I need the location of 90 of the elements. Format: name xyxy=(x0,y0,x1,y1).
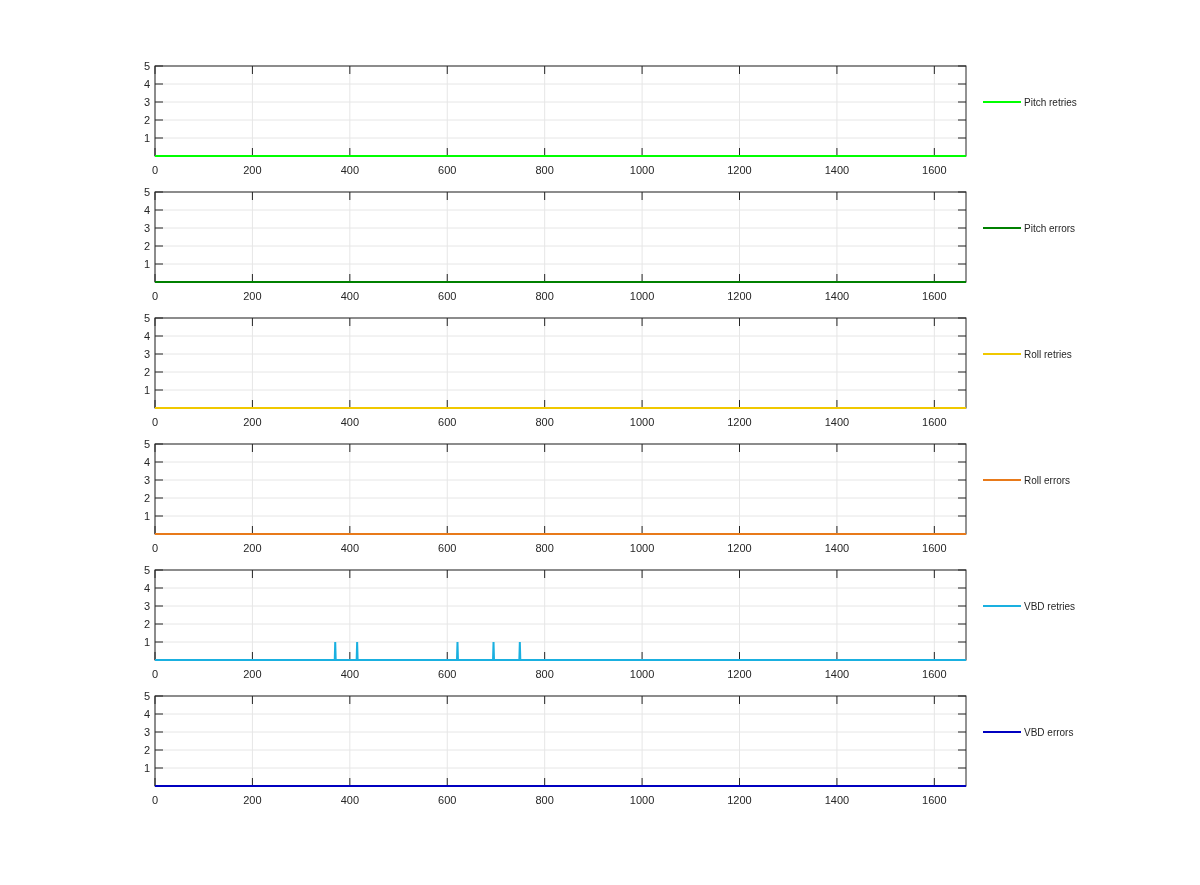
tick-label: 1000 xyxy=(629,164,655,176)
tick-label: 800 xyxy=(535,668,554,680)
legend-label: Pitch errors xyxy=(1024,223,1076,234)
tick-label: 2 xyxy=(143,618,150,630)
tick-label: 1 xyxy=(143,384,150,396)
tick-label: 1400 xyxy=(824,416,850,428)
tick-label: 200 xyxy=(243,290,262,302)
legend-label: VBD retries xyxy=(1024,601,1076,612)
tick-label: 1200 xyxy=(727,542,752,554)
tick-label: 600 xyxy=(438,290,457,302)
tick-label: 2 xyxy=(143,744,150,756)
tick-label: 1000 xyxy=(629,794,655,806)
tick-label: 4 xyxy=(143,204,150,216)
tick-label: 1600 xyxy=(922,794,947,806)
tick-label: 3 xyxy=(143,474,150,486)
tick-label: 1 xyxy=(143,510,150,522)
tick-label: 0 xyxy=(151,416,159,428)
tick-label: 1600 xyxy=(922,668,947,680)
tick-label: 1400 xyxy=(824,668,850,680)
tick-label: 1000 xyxy=(629,416,655,428)
tick-label: 400 xyxy=(340,542,359,554)
tick-label: 4 xyxy=(143,78,150,90)
tick-label: 400 xyxy=(340,290,359,302)
tick-label: 3 xyxy=(143,348,150,360)
tick-label: 4 xyxy=(143,456,150,468)
tick-label: 1000 xyxy=(629,668,655,680)
tick-label: 800 xyxy=(535,542,554,554)
tick-label: 1600 xyxy=(922,290,947,302)
tick-label: 4 xyxy=(143,582,150,594)
tick-label: 2 xyxy=(143,240,150,252)
tick-label: 200 xyxy=(243,416,262,428)
tick-label: 0 xyxy=(151,668,159,680)
tick-label: 800 xyxy=(535,164,554,176)
tick-label: 1200 xyxy=(727,668,752,680)
tick-label: 1200 xyxy=(727,290,752,302)
tick-label: 5 xyxy=(143,438,150,450)
tick-label: 1600 xyxy=(922,164,947,176)
tick-label: 400 xyxy=(340,164,359,176)
tick-label: 1400 xyxy=(824,542,850,554)
tick-label: 1200 xyxy=(727,416,752,428)
tick-label: 800 xyxy=(535,416,554,428)
tick-label: 600 xyxy=(438,794,457,806)
tick-label: 5 xyxy=(143,564,150,576)
tick-label: 4 xyxy=(143,330,150,342)
tick-label: 1400 xyxy=(824,290,850,302)
tick-label: 1200 xyxy=(727,794,752,806)
tick-label: 1600 xyxy=(922,542,947,554)
tick-label: 1400 xyxy=(824,164,850,176)
tick-label: 400 xyxy=(340,668,359,680)
tick-label: 1 xyxy=(143,636,150,648)
tick-label: 0 xyxy=(151,794,159,806)
tick-label: 3 xyxy=(143,96,150,108)
tick-label: 600 xyxy=(438,164,457,176)
tick-label: 200 xyxy=(243,794,262,806)
tick-label: 1200 xyxy=(727,164,752,176)
tick-label: 3 xyxy=(143,222,150,234)
tick-label: 0 xyxy=(151,542,159,554)
tick-label: 3 xyxy=(143,726,150,738)
tick-label: 400 xyxy=(340,416,359,428)
tick-label: 200 xyxy=(243,164,262,176)
tick-label: 600 xyxy=(438,668,457,680)
tick-label: 600 xyxy=(438,542,457,554)
tick-label: 2 xyxy=(143,366,150,378)
tick-label: 600 xyxy=(438,416,457,428)
tick-label: 0 xyxy=(151,164,159,176)
tick-label: 5 xyxy=(143,60,150,72)
tick-label: 800 xyxy=(535,794,554,806)
tick-label: 800 xyxy=(535,290,554,302)
tick-label: 1400 xyxy=(824,794,850,806)
tick-label: 1000 xyxy=(629,542,655,554)
legend-label: Roll errors xyxy=(1024,475,1071,486)
tick-label: 4 xyxy=(143,708,150,720)
tick-label: 1000 xyxy=(629,290,655,302)
legend-label: Roll retries xyxy=(1024,349,1072,360)
tick-label: 1600 xyxy=(922,416,947,428)
tick-label: 400 xyxy=(340,794,359,806)
legend-label: Pitch retries xyxy=(1024,97,1077,108)
legend-label: VBD errors xyxy=(1024,727,1074,738)
tick-label: 1 xyxy=(143,258,150,270)
tick-label: 5 xyxy=(143,186,150,198)
tick-label: 3 xyxy=(143,600,150,612)
tick-label: 0 xyxy=(151,290,159,302)
tick-label: 2 xyxy=(143,492,150,504)
tick-label: 2 xyxy=(143,114,150,126)
tick-label: 5 xyxy=(143,312,150,324)
tick-label: 200 xyxy=(243,668,262,680)
tick-label: 200 xyxy=(243,542,262,554)
tick-label: 1 xyxy=(143,762,150,774)
tick-label: 5 xyxy=(143,690,150,702)
tick-label: 1 xyxy=(143,132,150,144)
